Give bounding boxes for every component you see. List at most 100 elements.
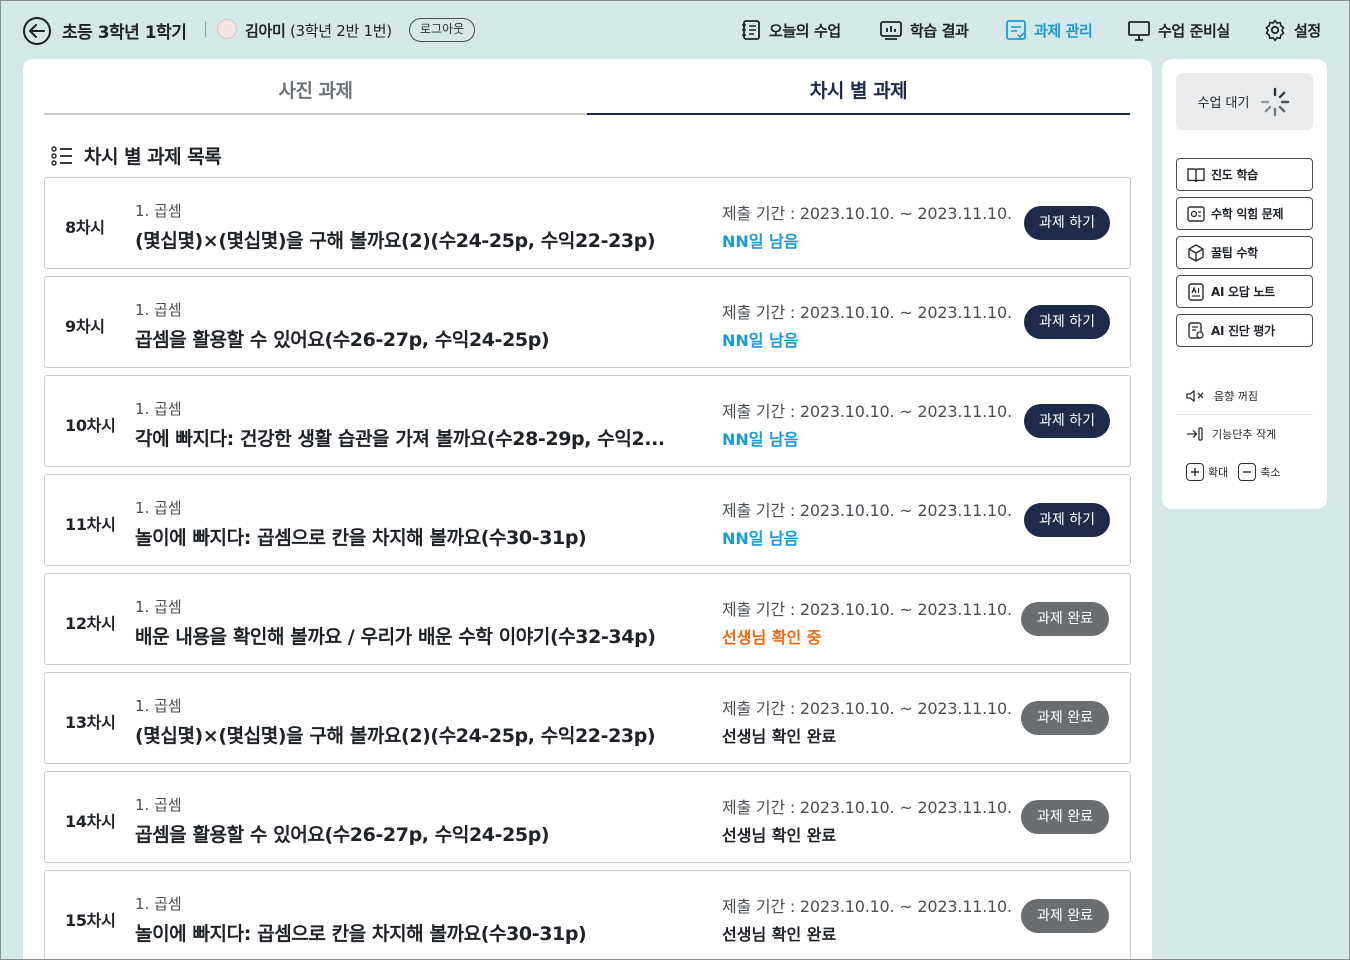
assignment-title: (몇십몇)×(몇십몇)을 구해 볼까요(2)(수24-25p, 수익22-23p…: [135, 230, 656, 252]
section-title-text: 차시 별 과제 목록: [84, 146, 222, 168]
assignment-status: 선생님 확인 완료: [722, 727, 837, 746]
tab-photo-task[interactable]: 사진 과제: [44, 71, 587, 115]
session-number: 12차시: [65, 614, 116, 633]
assignment-complete-button[interactable]: 과제 완료: [1021, 602, 1109, 636]
menu-label: AI 오답 노트: [1211, 285, 1275, 299]
session-number: 13차시: [65, 713, 116, 732]
user-class-info: (3학년 2반 1번): [289, 22, 392, 40]
assignment-title: 곱셈을 활용할 수 있어요(수26-27p, 수익24-25p): [135, 824, 550, 846]
assignment-status: NN일 남음: [722, 331, 799, 350]
assignment-status: 선생님 확인 중: [722, 628, 822, 647]
zoom-controls: 확대 축소: [1176, 453, 1313, 491]
zoom-in-label: 확대: [1208, 466, 1229, 479]
submission-period: 제출 기간 : 2023.10.10. ~ 2023.11.10.: [722, 699, 1012, 718]
nav-label: 오늘의 수업: [769, 21, 841, 40]
assignment-card: 14차시 1. 곱셈 곱셈을 활용할 수 있어요(수26-27p, 수익24-25p…: [44, 771, 1131, 863]
assignment-title: (몇십몇)×(몇십몇)을 구해 볼까요(2)(수24-25p, 수익22-23p…: [135, 725, 656, 747]
assignment-status: 선생님 확인 완료: [722, 826, 837, 845]
user-name-text: 김아미: [245, 22, 286, 40]
nav-learning-result[interactable]: 학습 결과: [879, 16, 969, 44]
menu-label: AI 진단 평가: [1211, 324, 1275, 338]
section-title: 차시 별 과제 목록: [50, 142, 222, 169]
assignment-card: 10차시 1. 곱셈 각에 빠지다: 건강한 생활 습관을 가져 볼까요(수28-2…: [44, 375, 1131, 467]
menu-label: 꿀팁 수학: [1211, 246, 1258, 260]
minus-icon: [1238, 463, 1257, 481]
assignment-status: NN일 남음: [722, 529, 799, 548]
submission-period: 제출 기간 : 2023.10.10. ~ 2023.11.10.: [722, 204, 1012, 223]
do-assignment-button[interactable]: 과제 하기: [1024, 206, 1110, 240]
assignment-title: 각에 빠지다: 건강한 생활 습관을 가져 볼까요(수28-29p, 수익2..…: [135, 428, 665, 450]
nav-class-prep[interactable]: 수업 준비실: [1127, 16, 1230, 44]
assignment-status: NN일 남음: [722, 232, 799, 251]
unit-name: 1. 곱셈: [135, 301, 182, 319]
session-number: 8차시: [65, 218, 105, 237]
do-assignment-button[interactable]: 과제 하기: [1024, 503, 1110, 537]
assignment-title: 배운 내용을 확인해 볼까요 / 우리가 배운 수학 이야기(수32-34p): [135, 626, 656, 648]
back-button[interactable]: [23, 17, 51, 45]
menu-ai-wrong-note[interactable]: AI 오답 노트: [1176, 275, 1313, 308]
nav-today-class[interactable]: 오늘의 수업: [740, 16, 841, 44]
plus-icon: [1186, 463, 1204, 481]
do-assignment-button[interactable]: 과제 하기: [1024, 404, 1110, 438]
submission-period: 제출 기간 : 2023.10.10. ~ 2023.11.10.: [722, 897, 1012, 916]
assignment-complete-button[interactable]: 과제 완료: [1021, 899, 1109, 933]
user-name: 김아미 (3학년 2반 1번): [245, 20, 392, 41]
zoom-in-button[interactable]: 확대: [1186, 463, 1228, 481]
mute-toggle[interactable]: 음향 꺼짐: [1176, 377, 1313, 415]
tab-session-task[interactable]: 차시 별 과제: [587, 71, 1130, 115]
gear-icon: [1265, 19, 1285, 42]
side-tools: 음향 꺼짐 기능단추 작게 확대 축소: [1176, 377, 1313, 491]
arrow-left-icon: [29, 24, 45, 38]
submission-period: 제출 기간 : 2023.10.10. ~ 2023.11.10.: [722, 600, 1012, 619]
unit-name: 1. 곱셈: [135, 796, 182, 814]
nav-label: 학습 결과: [910, 21, 969, 40]
unit-name: 1. 곱셈: [135, 499, 182, 517]
main-panel: 사진 과제 차시 별 과제 차시 별 과제 목록 8차시 1. 곱셈 (몇십몇)×(…: [23, 59, 1152, 960]
collapse-tools-button[interactable]: 기능단추 작게: [1176, 415, 1313, 453]
zoom-out-label: 축소: [1260, 466, 1281, 479]
menu-progress-learning[interactable]: 진도 학습: [1176, 158, 1313, 191]
checklist-icon: [51, 145, 72, 166]
task-manage-icon: [1006, 20, 1026, 40]
submission-period: 제출 기간 : 2023.10.10. ~ 2023.11.10.: [722, 501, 1012, 520]
menu-label: 진도 학습: [1211, 168, 1258, 182]
session-number: 11차시: [65, 515, 116, 534]
assignment-card: 9차시 1. 곱셈 곱셈을 활용할 수 있어요(수26-27p, 수익24-25p)…: [44, 276, 1131, 368]
class-wait-button[interactable]: 수업 대기: [1176, 73, 1313, 130]
speaker-mute-icon: [1186, 389, 1204, 402]
assignment-card: 11차시 1. 곱셈 놀이에 빠지다: 곱셈으로 칸을 차지해 볼까요(수30-31…: [44, 474, 1131, 566]
session-number: 10차시: [65, 416, 116, 435]
session-number: 9차시: [65, 317, 105, 336]
menu-tip-math[interactable]: 꿀팁 수학: [1176, 236, 1313, 269]
assignment-card: 13차시 1. 곱셈 (몇십몇)×(몇십몇)을 구해 볼까요(2)(수24-25p,…: [44, 672, 1131, 764]
collapse-label: 기능단추 작게: [1212, 428, 1277, 441]
zoom-out-button[interactable]: 축소: [1238, 463, 1281, 481]
logout-button[interactable]: 로그아웃: [409, 18, 476, 42]
ai-eval-icon: [1188, 321, 1204, 339]
assignment-title: 놀이에 빠지다: 곱셈으로 칸을 차지해 볼까요(수30-31p): [135, 923, 587, 945]
nav-task-manage[interactable]: 과제 관리: [1005, 16, 1093, 44]
assignment-complete-button[interactable]: 과제 완료: [1021, 701, 1109, 735]
menu-label: 수학 익힘 문제: [1211, 207, 1284, 221]
assignment-status: NN일 남음: [722, 430, 799, 449]
menu-ai-diagnosis[interactable]: AI 진단 평가: [1176, 314, 1313, 347]
menu-workbook[interactable]: 수학 익힘 문제: [1176, 197, 1313, 230]
assignment-status: 선생님 확인 완료: [722, 925, 837, 944]
assignment-complete-button[interactable]: 과제 완료: [1021, 800, 1109, 834]
unit-name: 1. 곱셈: [135, 202, 182, 220]
class-wait-label: 수업 대기: [1197, 96, 1250, 111]
submission-period: 제출 기간 : 2023.10.10. ~ 2023.11.10.: [722, 798, 1012, 817]
book-open-icon: [1187, 167, 1205, 182]
header-divider: [205, 21, 206, 37]
chart-result-icon: [880, 21, 902, 40]
collapse-right-icon: [1187, 427, 1203, 441]
assignment-card: 12차시 1. 곱셈 배운 내용을 확인해 볼까요 / 우리가 배운 수학 이야기(…: [44, 573, 1131, 665]
side-panel: 수업 대기 진도 학습 수학 익힘 문제 꿀팁 수학 AI 오답 노트 AI 진…: [1162, 59, 1327, 509]
assignment-list: 8차시 1. 곱셈 (몇십몇)×(몇십몇)을 구해 볼까요(2)(수24-25p, …: [44, 177, 1131, 960]
do-assignment-button[interactable]: 과제 하기: [1024, 305, 1110, 339]
workbook-icon: [1187, 205, 1205, 222]
nav-settings[interactable]: 설정: [1263, 16, 1321, 44]
submission-period: 제출 기간 : 2023.10.10. ~ 2023.11.10.: [722, 402, 1012, 421]
tab-bar: 사진 과제 차시 별 과제: [44, 71, 1131, 115]
mute-label: 음향 꺼짐: [1214, 389, 1258, 403]
